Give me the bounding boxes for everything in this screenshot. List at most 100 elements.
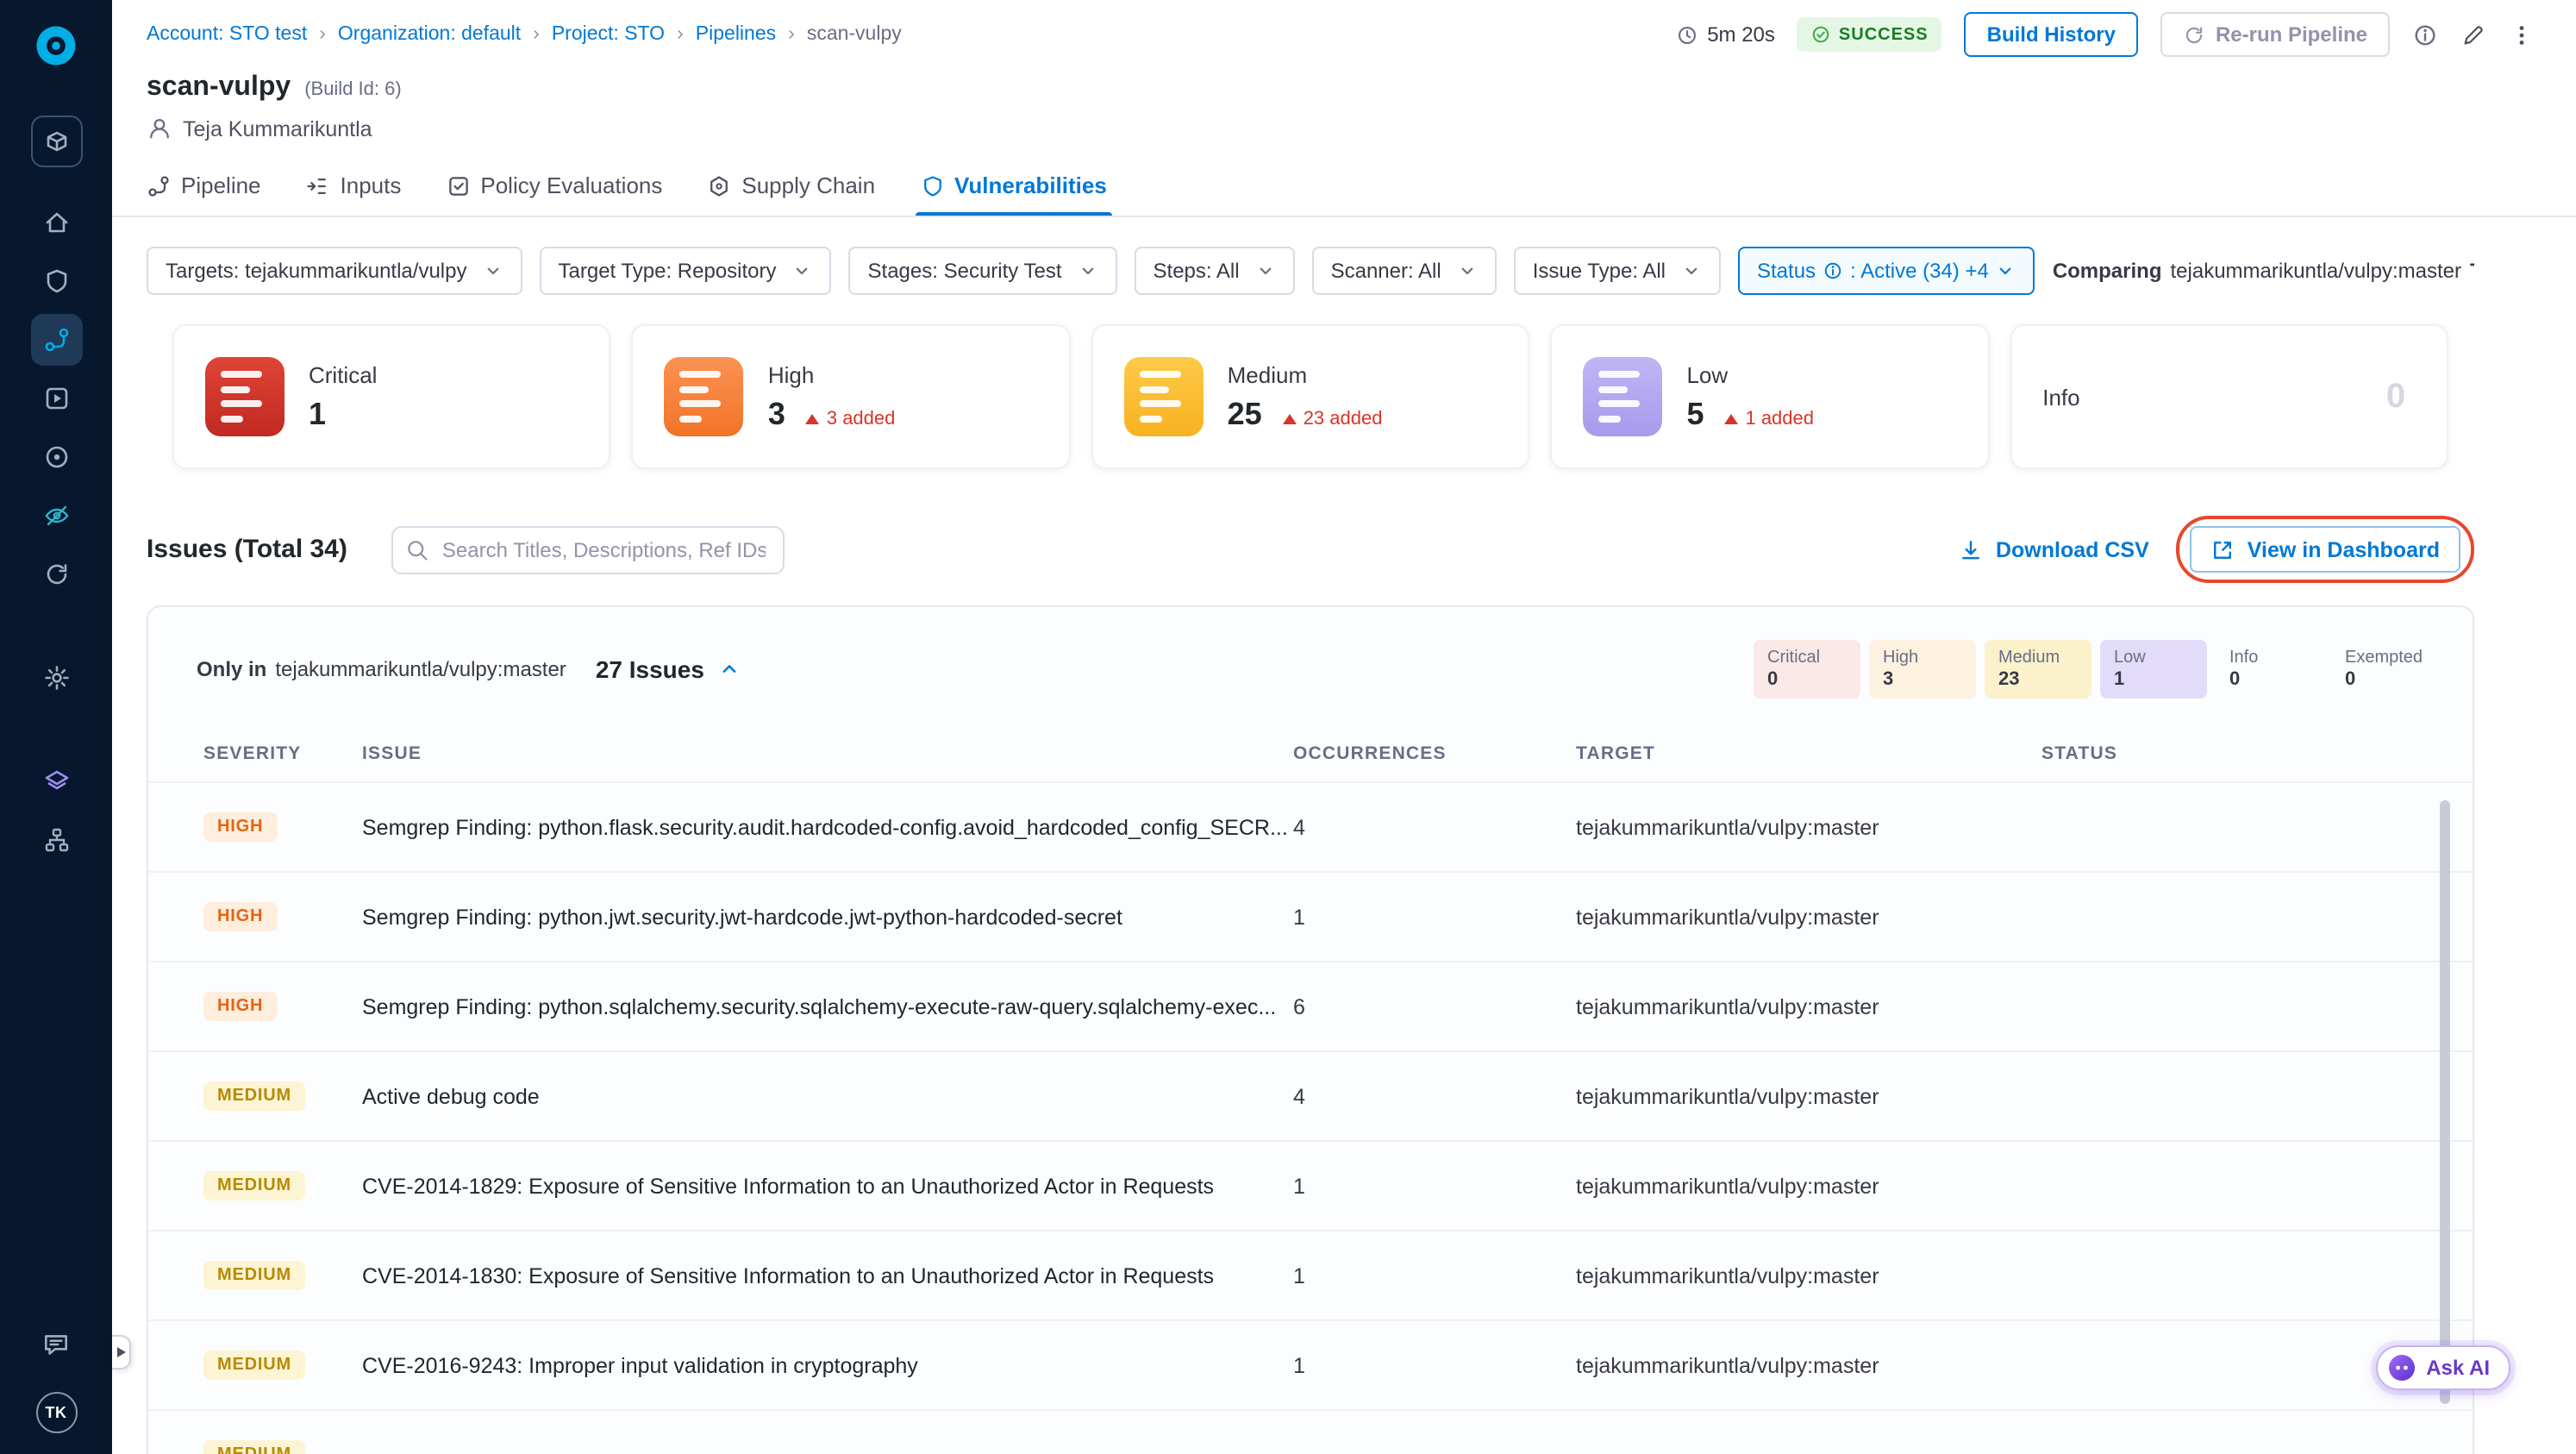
sidebar-item-security-tests[interactable] [30,255,82,307]
edit-pipeline-button[interactable] [2460,22,2486,47]
eye-off-icon [42,502,70,530]
status-filter-dropdown[interactable]: Status : Active (34) +4 [1738,247,2035,295]
shield-icon [920,173,944,197]
stages-filter-dropdown[interactable]: Stages: Security Test [848,247,1117,295]
low-card[interactable]: Low 5 1 added [1550,324,1990,469]
more-options-button[interactable] [2509,22,2535,47]
chevron-down-icon [792,260,813,281]
breadcrumb-pipelines[interactable]: Pipelines [696,24,807,45]
pencil-icon [2460,22,2486,47]
group-issue-count: 27 Issues [595,655,704,683]
page-title: scan-vulpy [147,72,291,102]
table-scrollbar[interactable] [2440,800,2450,1404]
left-nav-sidebar: TK [0,0,112,1454]
severity-badge: HIGH [203,992,278,1021]
chevron-down-icon [1996,260,2016,281]
trend-added: 3 added [805,408,895,429]
ask-ai-button[interactable]: Ask AI [2376,1345,2510,1390]
page-header: scan-vulpy (Build Id: 6) Teja Kummarikun… [112,69,2576,141]
table-row[interactable]: MEDIUM [148,1409,2473,1454]
severity-chip-summary: Critical 0 High 3 Medium 23 Low 1 Info 0 Exem… [1754,640,2438,699]
severity-badge: MEDIUM [203,1081,305,1111]
collapse-group-button[interactable] [718,657,742,681]
critical-card[interactable]: Critical 1 [172,324,611,469]
severity-summary-cards: Critical 1 High 3 3 added Medium 25 23 a… [172,324,2449,469]
home-icon [42,209,70,236]
sidebar-item-get-started[interactable] [30,548,82,600]
build-history-button[interactable]: Build History [1964,12,2138,57]
scanner-filter-dropdown[interactable]: Scanner: All [1311,247,1497,295]
shield-icon [42,267,70,295]
sidebar-item-project-setup[interactable] [30,814,82,866]
clock-icon [1676,23,1698,46]
build-id: (Build Id: 6) [304,79,402,100]
search-input[interactable] [391,525,785,573]
sidebar-item-targets[interactable] [30,431,82,483]
table-row[interactable]: MEDIUM CVE-2016-9243: Improper input val… [148,1319,2473,1409]
table-row[interactable]: MEDIUM CVE-2014-1829: Exposure of Sensit… [148,1140,2473,1230]
chip-critical[interactable]: Critical 0 [1754,640,1860,699]
severity-badge: HIGH [203,812,278,842]
download-csv-button[interactable]: Download CSV [1960,537,2149,561]
issue-type-filter-dropdown[interactable]: Issue Type: All [1513,247,1721,295]
targets-filter-dropdown[interactable]: Targets: tejakummarikuntla/vulpy [147,247,522,295]
table-row[interactable]: HIGH Semgrep Finding: python.jwt.securit… [148,871,2473,961]
chevron-down-icon [1457,260,1478,281]
pipeline-icon [42,326,70,354]
tab-pipeline[interactable]: Pipeline [147,155,261,216]
critical-report-icon [205,357,284,436]
breadcrumb-current: scan-vulpy [806,24,902,45]
rerun-pipeline-button[interactable]: Re-run Pipeline [2160,12,2390,57]
chip-exempted[interactable]: Exempted 0 [2331,640,2438,699]
tab-supply-chain[interactable]: Supply Chain [707,155,875,216]
table-row[interactable]: HIGH Semgrep Finding: python.sqlalchemy.… [148,961,2473,1050]
chip-info[interactable]: Info 0 [2216,640,2323,699]
pipeline-tabs: Pipeline Inputs Policy Evaluations Suppl… [112,155,2576,217]
chip-high[interactable]: High 3 [1869,640,1976,699]
table-row[interactable]: HIGH Semgrep Finding: python.flask.secur… [148,781,2473,871]
harness-logo-icon[interactable] [33,22,79,69]
sidebar-item-sto-module[interactable] [30,755,82,807]
sidebar-item-settings[interactable] [30,652,82,704]
breadcrumb-account[interactable]: Account: STO test [147,24,338,45]
breadcrumb-organization[interactable]: Organization: default [338,24,552,45]
severity-badge: MEDIUM [203,1261,305,1290]
tab-vulnerabilities[interactable]: Vulnerabilities [915,155,1113,216]
download-icon [1960,537,1984,561]
high-report-icon [664,357,744,436]
triangle-right-icon [116,1347,125,1357]
sidebar-item-test-targets[interactable] [30,490,82,542]
sidebar-item-home[interactable] [30,197,82,248]
table-row[interactable]: MEDIUM Active debug code 4 tejakummariku… [148,1050,2473,1140]
person-icon [147,116,172,141]
module-switcher-button[interactable] [30,116,82,167]
sidebar-item-pipelines[interactable] [30,314,82,366]
view-in-dashboard-button[interactable]: View in Dashboard [2190,526,2460,573]
tab-inputs[interactable]: Inputs [306,155,401,216]
severity-badge: MEDIUM [203,1171,305,1200]
breadcrumb-project[interactable]: Project: STO [552,24,696,45]
info-button[interactable] [2412,22,2438,47]
chevron-up-icon [718,657,742,681]
issues-title: Issues (Total 34) [147,535,347,564]
steps-filter-dropdown[interactable]: Steps: All [1134,247,1295,295]
tab-policy-evaluations[interactable]: Policy Evaluations [446,155,662,216]
expand-panel-handle[interactable] [112,1335,131,1369]
layers-icon [42,768,70,795]
chevron-down-icon [483,260,503,281]
org-chart-icon [42,826,70,854]
chip-low[interactable]: Low 1 [2100,640,2207,699]
info-card[interactable]: Info 0 [2010,324,2449,469]
refresh-icon [42,561,70,588]
chip-medium[interactable]: Medium 23 [1985,640,2091,699]
check-square-icon [446,173,470,197]
chevron-down-icon [1078,260,1098,281]
high-card[interactable]: High 3 3 added [631,324,1071,469]
feedback-chat-button[interactable] [41,1330,71,1361]
table-row[interactable]: MEDIUM CVE-2014-1830: Exposure of Sensit… [148,1230,2473,1319]
user-avatar[interactable]: TK [35,1392,77,1433]
target-type-filter-dropdown[interactable]: Target Type: Repository [539,247,832,295]
medium-card[interactable]: Medium 25 23 added [1091,324,1530,469]
vulnerabilities-content: Targets: tejakummarikuntla/vulpy Target … [112,217,2576,1454]
sidebar-item-executions[interactable] [30,373,82,424]
